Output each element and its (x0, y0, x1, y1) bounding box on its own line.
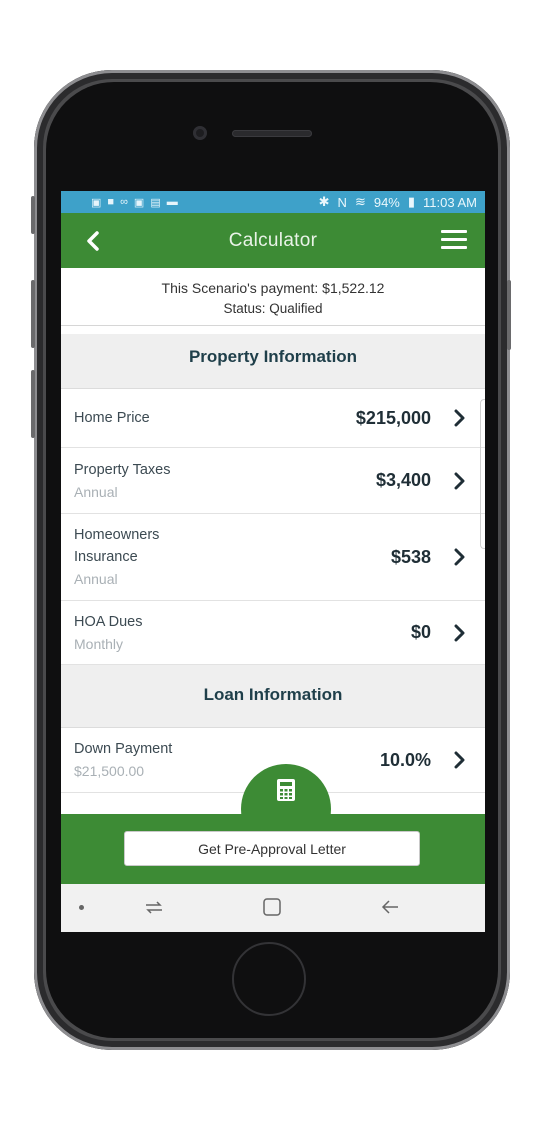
volume-button-down (31, 370, 35, 438)
home-button[interactable] (232, 942, 306, 1016)
scrollbar[interactable] (480, 399, 485, 549)
qualification-status: Status: Qualified (223, 301, 323, 316)
app-screen: ▣ ■ ∞ ▣ ▤ ▬ ✱ N ≋ 94% ▮ 11:03 AM Calcula… (61, 191, 485, 932)
back-button[interactable] (79, 227, 107, 255)
chevron-right-icon (454, 409, 465, 427)
property-taxes-value: $3,400 (375, 470, 431, 490)
home-price-row[interactable]: Home Price $215,000 (61, 389, 485, 448)
facebook-notification-icon: ■ (107, 195, 115, 208)
recent-apps-icon[interactable] (143, 896, 165, 918)
android-navigation-bar (61, 884, 485, 932)
row-label: Property Taxes (74, 461, 171, 478)
loan-section-title: Loan Information (61, 665, 485, 728)
calculator-icon (277, 779, 295, 801)
hoa-dues-value: $0 (410, 622, 431, 642)
clock: 11:03 AM (423, 194, 477, 210)
row-sublabel: Annual (74, 483, 118, 500)
row-sublabel: Annual (74, 571, 118, 587)
battery-percent: 94% (373, 194, 400, 210)
row-label: Home Price (74, 410, 150, 426)
message-notification-icon: ▬ (166, 195, 178, 208)
hamburger-menu-icon[interactable] (441, 230, 467, 250)
notification-icons: ▣ ■ ∞ ▣ ▤ ▬ (91, 196, 178, 209)
nav-dot-icon (79, 905, 84, 910)
property-information-section: Property Information Home Price $215,000… (61, 334, 485, 665)
scenario-payment-text: This Scenario's payment: $1,522.12 (161, 280, 385, 296)
payment-summary: This Scenario's payment: $1,522.12 (61, 268, 485, 326)
home-price-value: $215,000 (355, 407, 431, 428)
row-sublabel: $21,500.00 (74, 763, 145, 779)
bluetooth-icon: ✱ (318, 194, 330, 209)
get-pre-approval-letter-button[interactable]: Get Pre-Approval Letter (124, 831, 420, 866)
row-label: HOA Dues (74, 613, 143, 630)
voicemail-notification-icon: ∞ (120, 195, 128, 208)
front-camera (193, 126, 207, 140)
down-payment-value: 10.0% (379, 749, 431, 770)
gallery-notification-icon: ▣ (91, 196, 102, 209)
chevron-right-icon (454, 624, 465, 641)
power-button (507, 280, 511, 350)
wifi-signal-icon: ≋ (354, 194, 366, 209)
gallery2-notification-icon: ▣ (133, 196, 145, 209)
page-title: Calculator (228, 229, 318, 251)
back-arrow-icon[interactable] (379, 896, 401, 918)
chevron-right-icon (454, 751, 465, 769)
chevron-right-icon (454, 472, 465, 489)
property-section-title: Property Information (61, 334, 485, 389)
homeowners-insurance-value: $538 (390, 546, 431, 567)
row-sublabel: Monthly (74, 635, 124, 652)
hoa-dues-row[interactable]: HOA Dues Monthly $0 (61, 601, 485, 665)
app-header: Calculator (61, 213, 485, 268)
battery-icon: ▮ (407, 194, 416, 209)
row-label: Down Payment (74, 741, 173, 757)
calendar-notification-icon: ▤ (150, 196, 161, 209)
homeowners-insurance-row[interactable]: Homeowners Insurance Annual $538 (61, 514, 485, 601)
chevron-right-icon (454, 548, 465, 566)
status-right: ✱ N ≋ 94% ▮ 11:03 AM (319, 194, 477, 210)
row-label: Homeowners Insurance (74, 527, 160, 565)
home-icon[interactable] (261, 896, 283, 918)
property-taxes-row[interactable]: Property Taxes Annual $3,400 (61, 448, 485, 514)
nfc-icon: N (337, 194, 347, 210)
volume-button-mid (31, 280, 35, 348)
android-status-bar: ▣ ■ ∞ ▣ ▤ ▬ ✱ N ≋ 94% ▮ 11:03 AM (61, 191, 485, 213)
chevron-left-icon (87, 231, 99, 251)
volume-button-up (31, 196, 35, 234)
earpiece-speaker (232, 130, 312, 137)
